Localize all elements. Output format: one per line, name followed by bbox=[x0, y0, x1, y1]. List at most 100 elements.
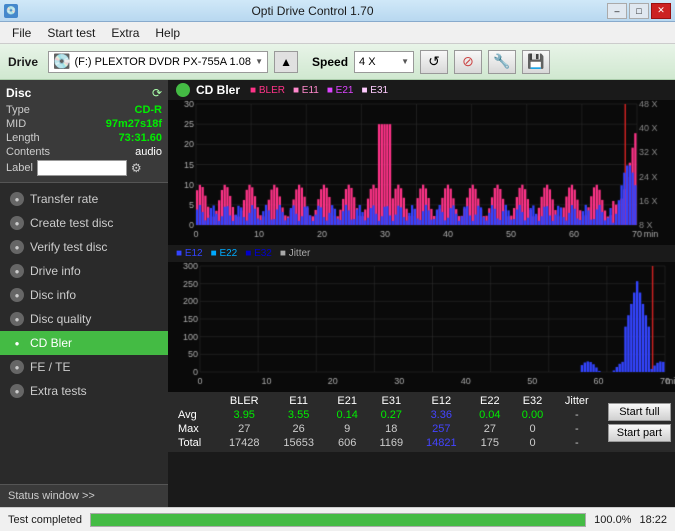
maximize-button[interactable]: □ bbox=[629, 3, 649, 19]
disc-refresh-icon[interactable]: ⟳ bbox=[152, 86, 162, 100]
label-input[interactable] bbox=[37, 160, 127, 176]
max-e32: 0 bbox=[511, 422, 554, 436]
chart1-legend: ■ BLER ■ E11 ■ E21 ■ E31 bbox=[250, 85, 388, 96]
max-e21: 9 bbox=[326, 422, 369, 436]
settings-button[interactable]: 🔧 bbox=[488, 50, 516, 74]
type-value: CD-R bbox=[135, 104, 163, 116]
eject-button[interactable]: ▲ bbox=[274, 51, 298, 73]
create-disc-label: Create test disc bbox=[30, 216, 113, 230]
sidebar-item-disc-info[interactable]: ● Disc info bbox=[0, 283, 168, 307]
save-button[interactable]: 💾 bbox=[522, 50, 550, 74]
col-header-jitter: Jitter bbox=[554, 394, 600, 408]
speed-selector[interactable]: 4 X ▼ bbox=[354, 51, 414, 73]
cd-bler-icon: ● bbox=[10, 336, 24, 350]
menu-file[interactable]: File bbox=[4, 24, 39, 42]
start-part-button[interactable]: Start part bbox=[608, 424, 671, 442]
table-area: BLER E11 E21 E31 E12 E22 E32 Jitter Avg bbox=[168, 392, 604, 452]
max-e12: 257 bbox=[414, 422, 468, 436]
verify-disc-icon: ● bbox=[10, 240, 24, 254]
menu-extra[interactable]: Extra bbox=[103, 24, 147, 42]
start-full-button[interactable]: Start full bbox=[608, 403, 671, 421]
legend-e12: ■ E12 bbox=[176, 248, 203, 259]
col-header-empty bbox=[172, 394, 217, 408]
titlebar: 💿 Opti Drive Control 1.70 – □ ✕ bbox=[0, 0, 675, 22]
buttons-area: Start full Start part bbox=[604, 392, 675, 452]
avg-e32: 0.00 bbox=[511, 408, 554, 422]
label-gear-icon[interactable]: ⚙ bbox=[131, 161, 142, 175]
menubar: File Start test Extra Help bbox=[0, 22, 675, 44]
sidebar-nav: ● Transfer rate ● Create test disc ● Ver… bbox=[0, 183, 168, 484]
avg-e21: 0.14 bbox=[326, 408, 369, 422]
sidebar-item-fe-te[interactable]: ● FE / TE bbox=[0, 355, 168, 379]
mid-label: MID bbox=[6, 118, 26, 130]
disc-panel: Disc ⟳ Type CD-R MID 97m27s18f Length 73… bbox=[0, 80, 168, 183]
total-e31: 1169 bbox=[369, 436, 415, 450]
avg-e11: 3.55 bbox=[271, 408, 325, 422]
titlebar-buttons: – □ ✕ bbox=[607, 3, 671, 19]
sidebar-item-extra-tests[interactable]: ● Extra tests bbox=[0, 379, 168, 403]
create-disc-icon: ● bbox=[10, 216, 24, 230]
max-e31: 18 bbox=[369, 422, 415, 436]
titlebar-left: 💿 bbox=[4, 4, 18, 18]
col-header-e22: E22 bbox=[468, 394, 511, 408]
length-value: 73:31.60 bbox=[119, 132, 162, 144]
length-label: Length bbox=[6, 132, 40, 144]
cd-bler-label: CD Bler bbox=[30, 336, 72, 350]
minimize-button[interactable]: – bbox=[607, 3, 627, 19]
bottom-row: BLER E11 E21 E31 E12 E22 E32 Jitter Avg bbox=[168, 392, 675, 452]
transfer-rate-icon: ● bbox=[10, 192, 24, 206]
table-row-total: Total 17428 15653 606 1169 14821 175 0 - bbox=[172, 436, 600, 450]
chart1-canvas bbox=[168, 100, 675, 245]
total-bler: 17428 bbox=[217, 436, 271, 450]
fe-te-label: FE / TE bbox=[30, 360, 70, 374]
col-header-e31: E31 bbox=[369, 394, 415, 408]
erase-button[interactable]: ⊘ bbox=[454, 50, 482, 74]
table-row-avg: Avg 3.95 3.55 0.14 0.27 3.36 0.04 0.00 - bbox=[172, 408, 600, 422]
disc-info-icon: ● bbox=[10, 288, 24, 302]
label-label: Label bbox=[6, 162, 33, 174]
col-header-e11: E11 bbox=[271, 394, 325, 408]
sidebar-item-transfer-rate[interactable]: ● Transfer rate bbox=[0, 187, 168, 211]
status-percent: 100.0% bbox=[594, 514, 631, 526]
status-time: 18:22 bbox=[639, 514, 667, 526]
cd-bler-chart-icon bbox=[176, 83, 190, 97]
col-header-bler: BLER bbox=[217, 394, 271, 408]
legend-jitter: ■ Jitter bbox=[280, 248, 311, 259]
total-e21: 606 bbox=[326, 436, 369, 450]
disc-quality-label: Disc quality bbox=[30, 312, 91, 326]
sidebar-item-verify-test-disc[interactable]: ● Verify test disc bbox=[0, 235, 168, 259]
sidebar-item-create-test-disc[interactable]: ● Create test disc bbox=[0, 211, 168, 235]
sidebar: Disc ⟳ Type CD-R MID 97m27s18f Length 73… bbox=[0, 80, 168, 507]
type-label: Type bbox=[6, 104, 30, 116]
close-button[interactable]: ✕ bbox=[651, 3, 671, 19]
sidebar-item-disc-quality[interactable]: ● Disc quality bbox=[0, 307, 168, 331]
max-jitter: - bbox=[554, 422, 600, 436]
max-bler: 27 bbox=[217, 422, 271, 436]
progress-bar-container bbox=[90, 513, 586, 527]
chart2-canvas bbox=[168, 262, 675, 392]
avg-bler: 3.95 bbox=[217, 408, 271, 422]
app-icon: 💿 bbox=[4, 4, 18, 18]
menu-help[interactable]: Help bbox=[147, 24, 188, 42]
row-label-total: Total bbox=[172, 436, 217, 450]
progress-bar-fill bbox=[91, 514, 585, 526]
legend-e31: ■ E31 bbox=[361, 85, 388, 96]
refresh-button[interactable]: ↺ bbox=[420, 50, 448, 74]
max-e11: 26 bbox=[271, 422, 325, 436]
menu-start-test[interactable]: Start test bbox=[39, 24, 103, 42]
window-title: Opti Drive Control 1.70 bbox=[18, 4, 607, 18]
data-table: BLER E11 E21 E31 E12 E22 E32 Jitter Avg bbox=[172, 394, 600, 450]
contents-label: Contents bbox=[6, 146, 50, 158]
sidebar-item-cd-bler[interactable]: ● CD Bler bbox=[0, 331, 168, 355]
drive-info-icon: ● bbox=[10, 264, 24, 278]
sidebar-item-drive-info[interactable]: ● Drive info bbox=[0, 259, 168, 283]
status-text: Test completed bbox=[8, 514, 82, 526]
status-window-button[interactable]: Status window >> bbox=[0, 484, 168, 507]
total-jitter: - bbox=[554, 436, 600, 450]
statusbar: Test completed 100.0% 18:22 bbox=[0, 507, 675, 531]
mid-value: 97m27s18f bbox=[106, 118, 162, 130]
main-layout: Disc ⟳ Type CD-R MID 97m27s18f Length 73… bbox=[0, 80, 675, 507]
drive-selector[interactable]: 💽 (F:) PLEXTOR DVDR PX-755A 1.08 ▼ bbox=[48, 51, 268, 73]
row-label-avg: Avg bbox=[172, 408, 217, 422]
transfer-rate-label: Transfer rate bbox=[30, 192, 98, 206]
